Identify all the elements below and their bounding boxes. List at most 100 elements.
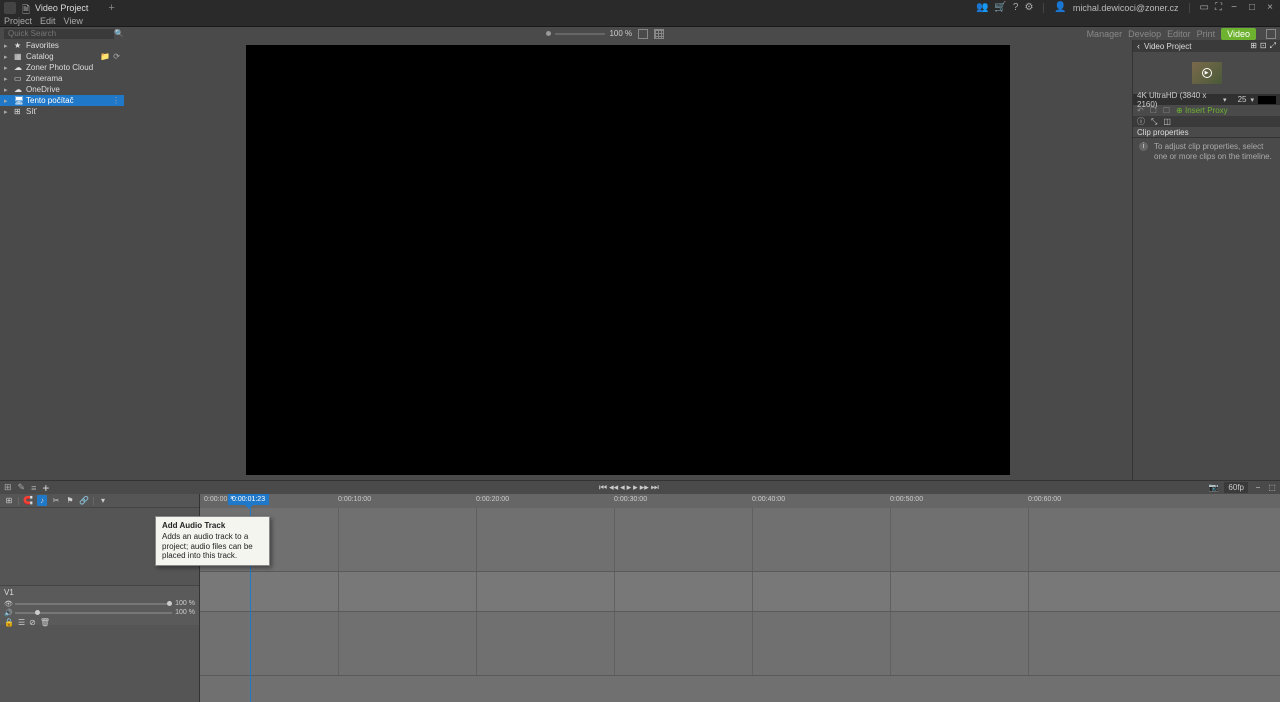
volume-slider[interactable]	[15, 612, 172, 614]
external-icon[interactable]	[1266, 29, 1276, 39]
view-grid-icon[interactable]	[654, 29, 664, 39]
user-email[interactable]: michal.dewicoci@zoner.cz	[1073, 3, 1179, 13]
chevron-down-icon[interactable]: ▾	[1223, 96, 1227, 104]
cart-icon[interactable]: 🛒	[994, 2, 1006, 13]
link-icon[interactable]: 🔗	[79, 496, 89, 505]
zoom-control[interactable]: 100 %	[546, 29, 664, 39]
search-icon[interactable]: 🔍	[114, 29, 124, 38]
menu-project[interactable]: Project	[4, 16, 32, 26]
notification-icon[interactable]: 👥	[976, 2, 988, 13]
new-tab-button[interactable]: +	[108, 2, 114, 14]
settings-icon[interactable]: ⚙	[1024, 2, 1033, 13]
document-icon: 🗎	[22, 3, 32, 13]
play-icon[interactable]: ▸	[627, 482, 632, 493]
tl-tool-icon[interactable]: ≡	[31, 483, 36, 493]
clear-playhead-icon[interactable]: ×	[230, 495, 234, 502]
time-ruler[interactable]: × 0:00:01:23 0:00:00:00 0:00:10:00 0:00:…	[200, 494, 1280, 508]
snapshot-icon[interactable]: 📷	[1208, 483, 1218, 492]
refresh-icon[interactable]: ⟳	[113, 52, 120, 61]
panel-icon-2[interactable]: ⊡	[1260, 41, 1267, 51]
search-input[interactable]	[4, 29, 114, 39]
panel-icon-3[interactable]: ⤢	[1270, 41, 1276, 51]
sidebar-item-network[interactable]: ▸ ⊞ Síť	[0, 106, 124, 117]
zoom-handle-icon[interactable]	[546, 31, 551, 36]
timeline-lane-v1[interactable]	[200, 572, 1280, 612]
snap-icon[interactable]: ⊞	[4, 496, 14, 505]
sidebar-item-computer[interactable]: ▸ 🖥 Tento počítač ⋮	[0, 95, 124, 106]
minimize-panel-icon[interactable]: −	[1254, 483, 1262, 492]
step-fwd-icon[interactable]: ▸	[633, 482, 638, 493]
project-thumbnail[interactable]: ▶	[1192, 62, 1222, 84]
magnet-icon[interactable]: 🧲	[23, 496, 33, 505]
panel-icon-1[interactable]: ⊞	[1250, 41, 1257, 51]
volume-icon[interactable]: 🔊	[4, 609, 12, 617]
goto-start-icon[interactable]: ⏮	[599, 482, 607, 493]
timeline-lane[interactable]	[200, 612, 1280, 676]
sidebar-item-zonerama[interactable]: ▸ ▭ Zonerama	[0, 73, 124, 84]
sidebar-item-label: Síť	[26, 107, 37, 116]
sidebar-item-label: Catalog	[26, 52, 54, 61]
proxy-row: ↶ ☐ ☐ ⊕ Insert Proxy	[1133, 105, 1280, 116]
undo-icon[interactable]: ↶	[1137, 106, 1144, 115]
chevron-down-icon[interactable]: ▾	[98, 496, 108, 505]
menubar: Project Edit View	[0, 15, 1280, 27]
eye-icon[interactable]: 👁	[4, 600, 12, 608]
minimize-button[interactable]: −	[1228, 2, 1240, 13]
menu-edit[interactable]: Edit	[40, 16, 56, 26]
add-audio-track-button[interactable]: ♪	[37, 495, 47, 506]
checkbox-icon[interactable]: ☐	[1163, 106, 1170, 115]
insert-proxy-button[interactable]: ⊕ Insert Proxy	[1176, 106, 1228, 115]
ruler-tick: 0:00:10:00	[338, 496, 371, 503]
add-track-button[interactable]: +	[42, 481, 49, 495]
video-canvas[interactable]	[246, 45, 1010, 475]
mode-video[interactable]: Video	[1221, 28, 1256, 40]
opacity-slider[interactable]	[15, 603, 172, 605]
menu-view[interactable]: View	[64, 16, 83, 26]
mode-manager[interactable]: Manager	[1087, 29, 1123, 39]
folder-icon[interactable]: 📁	[100, 52, 110, 61]
track-v1-header[interactable]: V1 👁 100 % 🔊 100 % 🔒 ☰ ⊘ 🗑	[0, 585, 199, 625]
chevron-down-icon[interactable]: ▾	[1250, 96, 1254, 104]
tab-transform-icon[interactable]: ⤡	[1151, 117, 1157, 127]
tooltip-body: Adds an audio track to a project; audio …	[162, 532, 263, 561]
view-single-icon[interactable]	[638, 29, 648, 39]
maximize-button[interactable]: □	[1246, 2, 1258, 13]
tab-crop-icon[interactable]: ◫	[1163, 117, 1171, 126]
mode-editor[interactable]: Editor	[1167, 29, 1191, 39]
fps-value[interactable]: 25	[1230, 95, 1246, 104]
step-back-icon[interactable]: ◂	[620, 482, 625, 493]
playhead[interactable]: × 0:00:01:23	[228, 494, 269, 505]
catalog-icon: ▦	[14, 52, 22, 61]
tl-tool-icon[interactable]: ⊞	[4, 482, 12, 493]
zoom-slider[interactable]	[555, 33, 605, 35]
sidebar-item-catalog[interactable]: ▸ ▦ Catalog 📁⟳	[0, 51, 124, 62]
layout-icon[interactable]: ▭	[1200, 2, 1209, 13]
panel-tabs: ⓘ ⤡ ◫	[1133, 116, 1280, 127]
sidebar-item-onedrive[interactable]: ▸ ☁ OneDrive	[0, 84, 124, 95]
next-frame-icon[interactable]: ▸▸	[640, 482, 649, 493]
mode-develop[interactable]: Develop	[1128, 29, 1161, 39]
back-icon[interactable]: ‹	[1137, 41, 1140, 51]
prev-frame-icon[interactable]: ◂◂	[609, 482, 618, 493]
info-icon: i	[1139, 142, 1148, 151]
timeline-lanes[interactable]: × 0:00:01:23 0:00:00:00 0:00:10:00 0:00:…	[200, 494, 1280, 702]
help-icon[interactable]: ?	[1013, 2, 1019, 13]
tl-tool-icon[interactable]: ✎	[18, 482, 26, 493]
ruler-tick: 0:00:30:00	[614, 496, 647, 503]
maximize-panel-icon[interactable]: ⬚	[1268, 483, 1276, 492]
sidebar-item-cloud[interactable]: ▸ ☁ Zoner Photo Cloud	[0, 62, 124, 73]
mode-print[interactable]: Print	[1197, 29, 1216, 39]
checkbox-icon[interactable]: ☐	[1150, 106, 1157, 115]
goto-end-icon[interactable]: ⏭	[651, 482, 659, 493]
more-icon[interactable]: ⋮	[112, 96, 120, 105]
tab-info-icon[interactable]: ⓘ	[1137, 116, 1145, 127]
ruler-tick: 0:00:20:00	[476, 496, 509, 503]
sidebar-item-favorites[interactable]: ▸ ★ Favorites	[0, 40, 124, 51]
cut-icon[interactable]: ✂	[51, 496, 61, 505]
timeline-lane[interactable]	[200, 508, 1280, 572]
color-swatch[interactable]	[1258, 96, 1276, 104]
marker-icon[interactable]: ⚑	[65, 496, 75, 505]
close-button[interactable]: ×	[1264, 2, 1276, 13]
fps-display[interactable]: 60fp	[1224, 482, 1248, 493]
fullscreen-icon[interactable]: ⛶	[1215, 2, 1222, 13]
